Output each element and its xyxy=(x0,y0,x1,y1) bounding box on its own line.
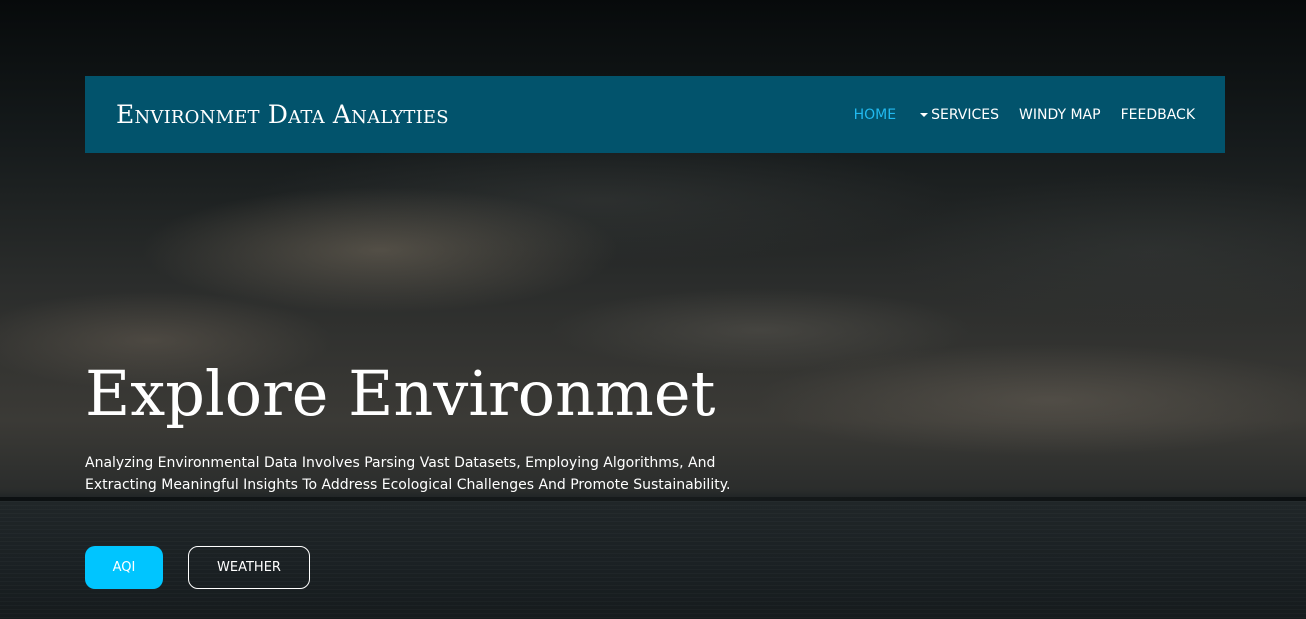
aqi-button[interactable]: AQI xyxy=(85,546,163,589)
nav-item-label: WINDY MAP xyxy=(1019,106,1101,123)
nav-item-windy-map[interactable]: WINDY MAP xyxy=(1019,107,1101,123)
nav-item-services[interactable]: SERVICES xyxy=(916,107,999,123)
nav-item-feedback[interactable]: FEEDBACK xyxy=(1121,107,1195,123)
nav-item-label: HOME xyxy=(853,106,897,123)
nav-item-home[interactable]: HOME xyxy=(854,107,896,123)
nav-item-label: FEEDBACK xyxy=(1120,106,1195,123)
hero-description: Analyzing Environmental Data Involves Pa… xyxy=(85,455,731,493)
brand-logo-text[interactable]: Environmet Data Analyties xyxy=(116,100,449,129)
nav-menu: HOME SERVICES WINDY MAP FEEDBACK xyxy=(854,107,1195,123)
caret-down-icon xyxy=(920,112,929,117)
weather-button[interactable]: WEATHER xyxy=(188,546,310,589)
hero-title: Explore Environmet xyxy=(85,357,716,430)
nav-item-label: SERVICES xyxy=(931,106,1000,123)
navbar: Environmet Data Analyties HOME SERVICES … xyxy=(85,76,1225,153)
